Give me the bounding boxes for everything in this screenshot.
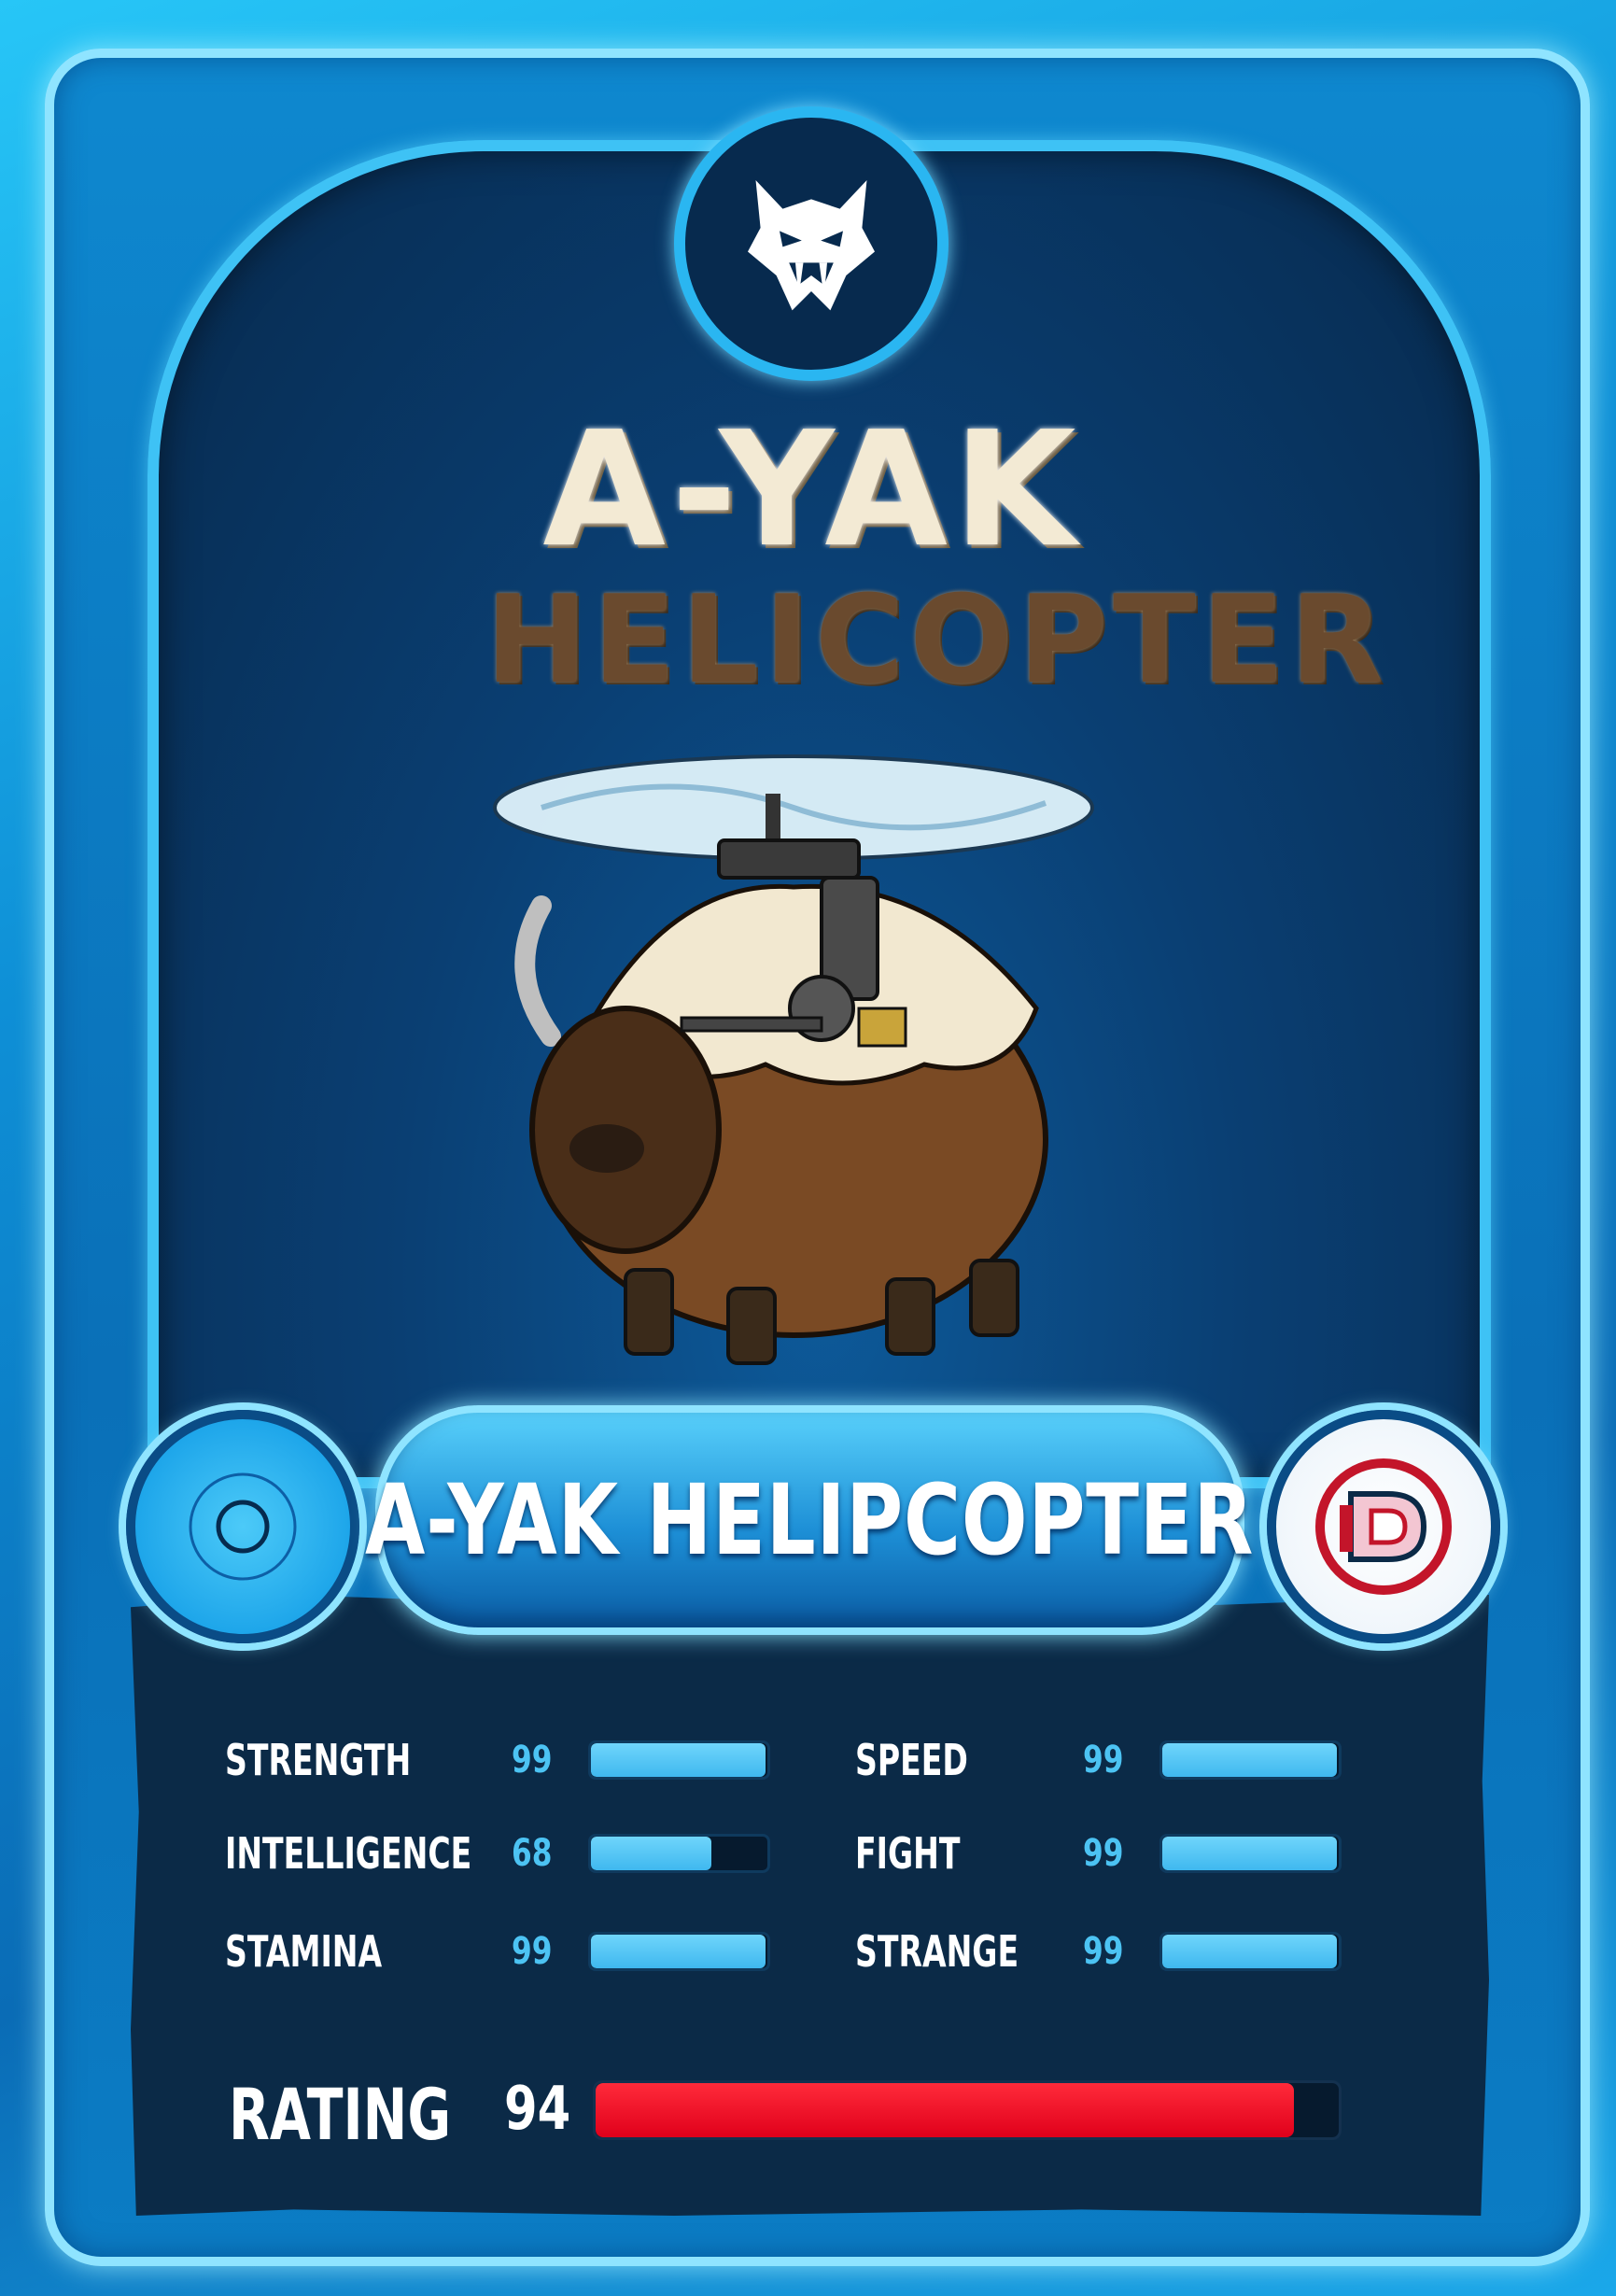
stat-value: 68 [512, 1832, 553, 1875]
stat-bar [1159, 1740, 1342, 1780]
stat-label: STAMINA [225, 1926, 383, 1977]
sabertooth-tiger-head-icon [748, 180, 875, 311]
stat-bar-fill [591, 1935, 766, 1968]
stat-row-stamina: STAMINA 99 [225, 1923, 770, 1979]
stat-value: 99 [1083, 1832, 1124, 1875]
title-artwork: A-YAK HELICOPTER [485, 398, 1389, 711]
stat-label: SPEED [855, 1735, 968, 1785]
stat-row-strength: STRENGTH 99 [225, 1732, 770, 1788]
faction-badge [674, 106, 949, 381]
title-art-line-2: HELICOPTER [485, 569, 1389, 711]
name-plate: A-YAK HELIPCOPTER [365, 1405, 1254, 1635]
stat-bar [1159, 1932, 1342, 1971]
stat-value: 99 [1083, 1739, 1124, 1782]
stat-bar-fill [1162, 1837, 1338, 1870]
rating-label: RATING [229, 2073, 452, 2156]
stat-value: 99 [512, 1930, 553, 1973]
stat-bar-fill [1162, 1743, 1338, 1777]
rating-bar [593, 2080, 1342, 2140]
stat-label: STRENGTH [225, 1735, 412, 1785]
rating-value: 94 [504, 2075, 571, 2144]
stat-label: FIGHT [855, 1828, 961, 1879]
stat-row-strange: STRANGE 99 [855, 1923, 1342, 1979]
stat-bar [588, 1932, 770, 1971]
stat-label: INTELLIGENCE [225, 1828, 472, 1879]
yak-helicopter-illustration [493, 754, 1094, 1365]
rating-bar-fill [596, 2083, 1295, 2137]
stat-row-fight: FIGHT 99 [855, 1825, 1342, 1881]
stat-value: 99 [1083, 1930, 1124, 1973]
d-publisher-logo-icon [1315, 1458, 1452, 1595]
circle-target-icon [189, 1472, 297, 1581]
stat-bar-fill [591, 1743, 766, 1777]
stat-row-intelligence: INTELLIGENCE 68 [225, 1825, 770, 1881]
trading-card: A-YAK HELICOPTER A-YAK HELIPCOPTER STREN… [0, 0, 1616, 2296]
stat-bar [588, 1740, 770, 1780]
stat-row-speed: SPEED 99 [855, 1732, 1342, 1788]
stat-bar [588, 1834, 770, 1873]
stat-label: STRANGE [855, 1926, 1019, 1977]
stat-bar [1159, 1834, 1342, 1873]
title-art-line-1: A-YAK [542, 398, 1082, 583]
left-badge [126, 1410, 359, 1643]
card-name: A-YAK HELIPCOPTER [365, 1463, 1255, 1577]
stat-bar-fill [1162, 1935, 1338, 1968]
right-badge [1267, 1410, 1500, 1643]
stat-value: 99 [512, 1739, 553, 1782]
stat-bar-fill [591, 1837, 711, 1870]
